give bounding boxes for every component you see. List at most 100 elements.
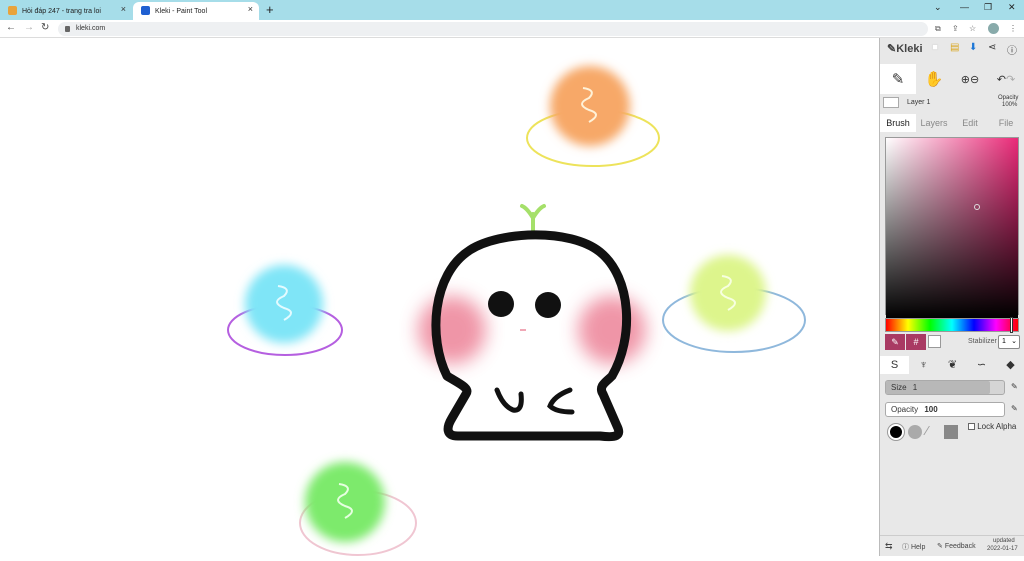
hex-input-button[interactable]: # — [906, 334, 926, 350]
brush-tool-button[interactable]: ✎ — [880, 64, 916, 94]
sketchy-brush-icon: ❦ — [947, 359, 958, 371]
blend-brush-button[interactable]: ♆ — [909, 356, 938, 374]
hoidap-favicon-icon — [8, 6, 17, 15]
pen-brush-button[interactable]: S — [880, 356, 909, 374]
size-value: 1 — [912, 383, 918, 392]
forward-icon[interactable]: → — [24, 22, 34, 33]
zoom-out-icon[interactable]: ⊖ — [970, 73, 979, 86]
layer-thumbnail — [883, 97, 899, 108]
url-field[interactable]: kleki.com — [58, 22, 928, 36]
secondary-color-swatch[interactable] — [928, 335, 941, 348]
left-eye-drawing — [488, 291, 514, 317]
profile-avatar-icon[interactable] — [988, 23, 999, 34]
translate-icon[interactable]: ⧉ — [935, 24, 941, 34]
size-slider[interactable]: Size 1 — [885, 380, 1005, 395]
layer-opacity-value: 100% — [1002, 102, 1018, 108]
color-cursor[interactable] — [974, 204, 980, 210]
url-text: kleki.com — [76, 25, 106, 32]
pen-brush-icon: S — [890, 359, 899, 371]
address-bar: ← → ↻ kleki.com ⧉ ⇪ ☆ ⋮ — [0, 20, 1024, 38]
updated-date: 2022-01-17 — [987, 546, 1018, 552]
canvas-artwork — [227, 66, 806, 556]
tab-file[interactable]: File — [988, 114, 1024, 132]
opacity-value: 100 — [924, 405, 938, 414]
left-arm-drawing — [494, 387, 524, 413]
share-page-icon[interactable]: ⇪ — [952, 24, 959, 33]
tab-layers[interactable]: Layers — [916, 114, 952, 132]
drawing-canvas[interactable] — [0, 38, 879, 556]
opacity-slider[interactable]: Opacity 100 — [885, 402, 1005, 417]
kleki-favicon-icon — [141, 6, 150, 15]
size-label: Size — [891, 383, 907, 392]
checkbox-icon — [968, 423, 975, 430]
download-icon[interactable]: ⬇ — [969, 42, 977, 53]
browser-menu-icon[interactable]: ⋮ — [1009, 24, 1017, 33]
blend-brush-icon: ♆ — [919, 359, 928, 371]
back-icon[interactable]: ← — [6, 22, 16, 33]
tab-title: Hỏi đáp 247 - trang tra loi — [22, 7, 101, 15]
kleki-logo[interactable]: ✎Kleki — [887, 42, 923, 55]
preset-soft-dot[interactable] — [908, 425, 922, 439]
help-icon[interactable]: ⓘ — [1007, 42, 1017, 57]
new-image-icon[interactable]: ■ — [932, 42, 938, 53]
kleki-toolbox: ✎Kleki ■ ▤ ⬇ ⋖ ⓘ ✎ ✋ ⊕ ⊖ ↶ ↷ Layer 1 Opaci… — [879, 38, 1024, 556]
undo-redo-buttons: ↶ ↷ — [988, 64, 1024, 94]
restore-icon[interactable]: ❐ — [984, 2, 992, 13]
cyan-ball-drawing — [227, 265, 343, 356]
tab-hoidap[interactable]: Hỏi đáp 247 - trang tra loi × — [0, 2, 132, 20]
left-blush-drawing — [418, 296, 486, 364]
lime-ball-drawing — [662, 255, 806, 353]
lock-alpha-checkbox[interactable]: Lock Alpha — [968, 422, 1016, 431]
tab-search-icon[interactable]: ⌄ — [934, 2, 942, 13]
brush-icon: ✎ — [891, 71, 905, 88]
size-pen-pressure-icon[interactable]: ✎ — [1011, 382, 1018, 391]
saturation-value-field[interactable] — [886, 138, 1018, 318]
tab-brush[interactable]: Brush — [880, 114, 916, 132]
stabilizer-select[interactable]: 1 ⌄ — [998, 335, 1020, 349]
zoom-in-icon[interactable]: ⊕ — [961, 73, 970, 86]
help-circle-icon: ⓘ — [902, 544, 909, 551]
preset-black-dot[interactable] — [888, 424, 904, 440]
help-link[interactable]: ⓘ Help — [902, 542, 925, 552]
feedback-link[interactable]: ✎ Feedback — [937, 542, 976, 550]
save-icon[interactable]: ▤ — [950, 42, 959, 53]
color-picker[interactable] — [885, 137, 1019, 318]
new-tab-button[interactable]: + — [266, 2, 274, 17]
redo-icon[interactable]: ↷ — [1006, 73, 1015, 86]
bookmark-star-icon[interactable]: ☆ — [969, 24, 976, 33]
eraser-button[interactable]: ◆ — [996, 356, 1024, 374]
lock-alpha-label: Lock Alpha — [977, 422, 1017, 431]
opacity-label: Opacity — [891, 405, 919, 414]
lock-icon — [65, 26, 70, 32]
close-tab-icon[interactable]: × — [121, 4, 126, 14]
eyedropper-icon: ✎ — [891, 337, 899, 347]
pixel-brush-button[interactable]: ∽ — [967, 356, 996, 374]
panel-tabs: Brush Layers Edit File — [880, 114, 1024, 132]
kleki-logo-icon: ✎ — [887, 43, 897, 55]
zoom-buttons: ⊕ ⊖ — [952, 64, 988, 94]
sketchy-brush-button[interactable]: ❦ — [938, 356, 967, 374]
share-icon[interactable]: ⋖ — [988, 42, 996, 53]
reload-icon[interactable]: ↻ — [41, 22, 49, 33]
layer-preview-row[interactable]: Layer 1 Opacity 100% — [880, 94, 1024, 112]
close-window-icon[interactable]: ✕ — [1008, 2, 1016, 13]
close-tab-icon[interactable]: × — [248, 4, 253, 14]
hand-tool-button[interactable]: ✋ — [916, 64, 952, 94]
undo-icon[interactable]: ↶ — [997, 73, 1006, 86]
sprout-drawing — [520, 204, 546, 232]
panel-footer: ⇆ ⓘ Help ✎ Feedback updated 2022-01-17 — [880, 535, 1024, 556]
tab-kleki[interactable]: Kleki - Paint Tool × — [133, 2, 259, 20]
eyedropper-button[interactable]: ✎ — [885, 334, 905, 350]
preset-square[interactable] — [944, 425, 958, 439]
brush-type-row: S ♆ ❦ ∽ ◆ — [880, 356, 1024, 374]
updated-label: updated — [993, 538, 1015, 544]
minimize-icon[interactable]: — — [960, 2, 969, 12]
opacity-pen-pressure-icon[interactable]: ✎ — [1011, 404, 1018, 413]
hue-marker[interactable] — [1010, 317, 1013, 333]
preset-pencil-icon[interactable]: ⁄ — [926, 423, 928, 438]
green-ball-drawing — [299, 462, 417, 556]
tab-edit[interactable]: Edit — [952, 114, 988, 132]
hue-slider[interactable] — [885, 317, 1019, 333]
swap-side-icon[interactable]: ⇆ — [885, 541, 893, 552]
orange-ball-drawing — [526, 66, 660, 167]
